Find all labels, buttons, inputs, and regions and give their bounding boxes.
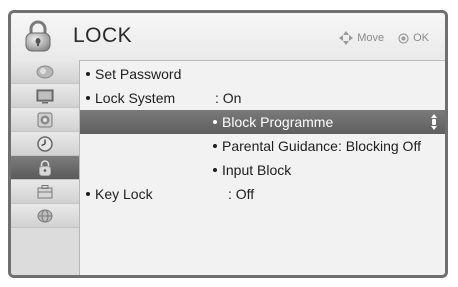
lock-menu-panel: LOCK Move OK Set Password Lock System: … (8, 10, 448, 278)
key-lock-label: Key Lock (86, 182, 153, 206)
sidebar-item-picture[interactable] (11, 60, 79, 84)
sidebar-item-lock[interactable] (11, 156, 79, 180)
lock-system-value: : On (215, 90, 242, 106)
clock-icon (37, 135, 53, 152)
lock-icon (21, 19, 55, 53)
lock-system-label: Lock System (86, 86, 175, 110)
menu-content: Set Password Lock System : On Block Prog… (80, 60, 445, 275)
updown-arrow-icon (431, 114, 437, 130)
navigation-hints: Move OK (339, 31, 429, 45)
bullet-icon (213, 144, 217, 149)
block-programme-text: Block Programme (222, 114, 334, 130)
set-password-label: Set Password (86, 62, 181, 86)
menu-item-input-block[interactable]: Input Block (80, 158, 445, 182)
menu-item-lock-system[interactable]: Lock System : On (80, 86, 445, 110)
sidebar-item-screen[interactable] (11, 84, 79, 108)
globe-icon (37, 209, 53, 222)
screen-icon (36, 89, 54, 103)
menu-item-parental-guidance[interactable]: Parental Guidance: Blocking Off (80, 134, 445, 158)
parental-guidance-text: Parental Guidance: Blocking Off (222, 138, 421, 154)
menu-item-key-lock[interactable]: Key Lock : Off (80, 182, 445, 206)
bullet-icon (213, 168, 217, 173)
picture-icon (36, 65, 54, 78)
block-programme-label: Block Programme (213, 110, 333, 134)
move-hint-label: Move (357, 32, 385, 44)
sidebar-item-option[interactable] (11, 180, 79, 204)
bullet-icon (213, 120, 217, 125)
lock-system-text: Lock System (95, 90, 176, 106)
sidebar-item-network[interactable] (11, 204, 79, 228)
lock-icon (39, 159, 51, 176)
ok-hint-label: OK (413, 32, 429, 44)
key-lock-value: : Off (228, 186, 255, 202)
key-lock-text: Key Lock (95, 186, 153, 202)
category-sidebar (11, 60, 80, 275)
sidebar-item-audio[interactable] (11, 108, 79, 132)
bullet-icon (86, 72, 90, 77)
page-title: LOCK (73, 24, 133, 47)
menu-item-set-password[interactable]: Set Password (80, 62, 445, 86)
parental-guidance-label: Parental Guidance: Blocking Off (213, 134, 421, 158)
audio-icon (37, 112, 53, 127)
move-arrows-icon (339, 31, 354, 45)
bullet-icon (86, 192, 90, 197)
input-block-label: Input Block (213, 158, 291, 182)
sidebar-item-time[interactable] (11, 132, 79, 156)
menu-item-block-programme[interactable]: Block Programme (80, 110, 445, 134)
ok-button-icon (398, 32, 409, 44)
bullet-icon (86, 96, 90, 101)
toolbox-icon (37, 184, 53, 198)
set-password-text: Set Password (95, 66, 182, 82)
input-block-text: Input Block (222, 162, 292, 178)
menu-header: LOCK Move OK (11, 13, 445, 61)
